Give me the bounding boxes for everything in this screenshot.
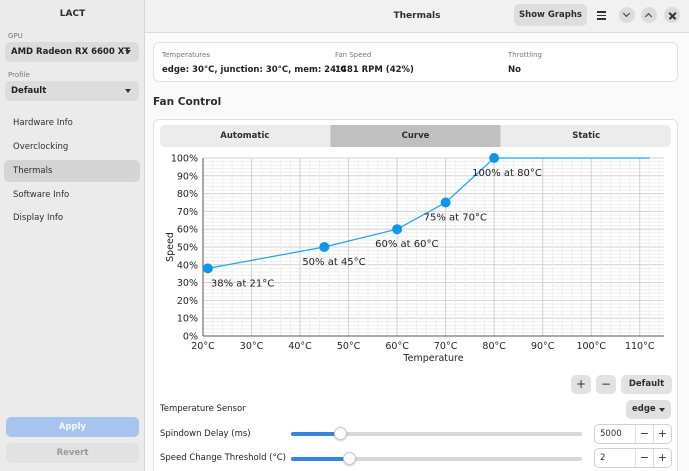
tab-automatic[interactable]: Automatic [160,125,331,147]
close-button[interactable] [664,7,680,23]
x-tick-label: 90°C [531,341,555,352]
x-tick-label: 100°C [576,341,606,352]
chevron-down-icon [622,9,631,18]
temperatures-value: edge: 30°C, junction: 30°C, mem: 24°C [162,65,347,75]
fan-mode-tabs: Automatic Curve Static [160,125,672,147]
profile-select-value: Default [11,86,47,96]
maximize-button[interactable] [641,7,657,23]
temp-sensor-select[interactable]: edge [626,400,671,419]
curve-point [392,224,403,235]
temperatures-label: Temperatures [162,51,210,59]
fan-speed-label: Fan Speed [335,51,372,59]
sidebar-item-label: Overclocking [13,142,69,152]
chevron-up-icon [644,12,653,21]
spindown-spinbox: 5000 − + [594,424,672,444]
slider-handle[interactable] [342,452,356,465]
chevron-down-icon [125,50,131,54]
x-tick-label: 50°C [337,341,361,352]
fan-speed-value: 1481 RPM (42%) [335,65,414,75]
minus-icon[interactable]: − [635,449,653,467]
x-tick-label: 110°C [625,341,655,352]
curve-point [202,263,213,274]
sidebar: LACT GPU AMD Radeon RX 6600 XT Profile D… [0,0,145,471]
sidebar-item-overclocking[interactable]: Overclocking [4,136,140,158]
chevron-down-icon [659,408,665,412]
add-point-button[interactable]: + [571,375,591,394]
sidebar-item-thermals[interactable]: Thermals [4,160,140,182]
x-tick-label: 70°C [434,341,458,352]
stats-card: Temperatures edge: 30°C, junction: 30°C,… [153,42,678,82]
show-graphs-button[interactable]: Show Graphs [514,4,587,26]
point-label: 50% at 45°C [302,257,365,268]
page-title: Thermals [393,11,441,21]
x-axis-label: Temperature [402,353,463,364]
plus-icon[interactable]: + [653,425,671,443]
sidebar-item-label: Hardware Info [13,118,73,128]
sidebar-item-display-info[interactable]: Display Info [4,207,140,229]
point-label: 60% at 60°C [375,239,438,250]
default-button[interactable]: Default [621,375,672,394]
spindown-label: Spindown Delay (ms) [160,429,251,439]
header-bar: Thermals Show Graphs [145,0,689,33]
profile-label: Profile [8,71,30,79]
apply-button[interactable]: Apply [6,417,139,437]
y-tick-label: 100% [171,154,198,165]
menu-icon[interactable] [597,11,606,20]
sidebar-item-software-info[interactable]: Software Info [4,184,140,206]
sidebar-item-label: Thermals [13,166,53,176]
y-tick-label: 80% [177,189,198,200]
chevron-down-icon [125,89,131,93]
spindown-slider[interactable] [291,427,582,440]
remove-point-button[interactable]: − [596,375,616,394]
minus-icon[interactable]: − [635,425,653,443]
temp-sensor-value: edge [632,404,656,414]
sidebar-item-label: Software Info [13,190,70,200]
y-tick-label: 60% [177,225,198,236]
point-label: 100% at 80°C [472,168,542,179]
gpu-label: GPU [8,32,23,40]
revert-button[interactable]: Revert [6,443,139,463]
x-tick-label: 40°C [288,341,312,352]
tab-static[interactable]: Static [501,125,672,147]
throttling-label: Throttling [508,51,542,59]
tab-curve[interactable]: Curve [330,125,502,147]
fan-curve-chart[interactable]: 0%10%20%30%40%50%60%70%80%90%100%20°C 30°… [153,148,678,370]
y-tick-label: 90% [177,171,198,182]
x-tick-label: 80°C [482,341,506,352]
threshold-spinbox: 2 − + [594,448,672,468]
slider-handle[interactable] [333,427,347,440]
point-label: 75% at 70°C [424,213,487,224]
fan-control-title: Fan Control [153,96,222,108]
y-tick-label: 10% [177,314,198,325]
curve-point [319,242,330,252]
spindown-value[interactable]: 5000 [595,425,635,443]
y-tick-label: 20% [177,296,198,307]
y-tick-label: 40% [177,260,198,271]
threshold-slider[interactable] [291,452,582,465]
y-tick-label: 30% [177,278,198,289]
throttling-value: No [508,65,521,75]
y-tick-label: 50% [177,243,198,254]
app-title: LACT [59,9,86,19]
sidebar-item-hardware-info[interactable]: Hardware Info [4,112,140,134]
threshold-label: Speed Change Threshold (°C) [160,453,287,463]
slider-fill [291,457,350,461]
y-axis-label: Speed [165,232,176,262]
x-tick-label: 30°C [240,341,264,352]
gpu-select-value: AMD Radeon RX 6600 XT [11,47,131,57]
x-tick-label: 20°C [191,341,215,352]
curve-point [440,197,451,208]
curve-point [489,153,500,163]
plus-icon[interactable]: + [653,449,671,467]
minimize-button[interactable] [619,7,635,23]
x-tick-label: 60°C [385,341,409,352]
profile-select[interactable]: Default [5,81,139,101]
gpu-select[interactable]: AMD Radeon RX 6600 XT [5,42,139,62]
y-tick-label: 70% [177,207,198,218]
threshold-value[interactable]: 2 [595,449,635,467]
temp-sensor-label: Temperature Sensor [160,404,246,414]
point-label: 38% at 21°C [211,278,274,289]
sidebar-item-label: Display Info [13,213,64,223]
